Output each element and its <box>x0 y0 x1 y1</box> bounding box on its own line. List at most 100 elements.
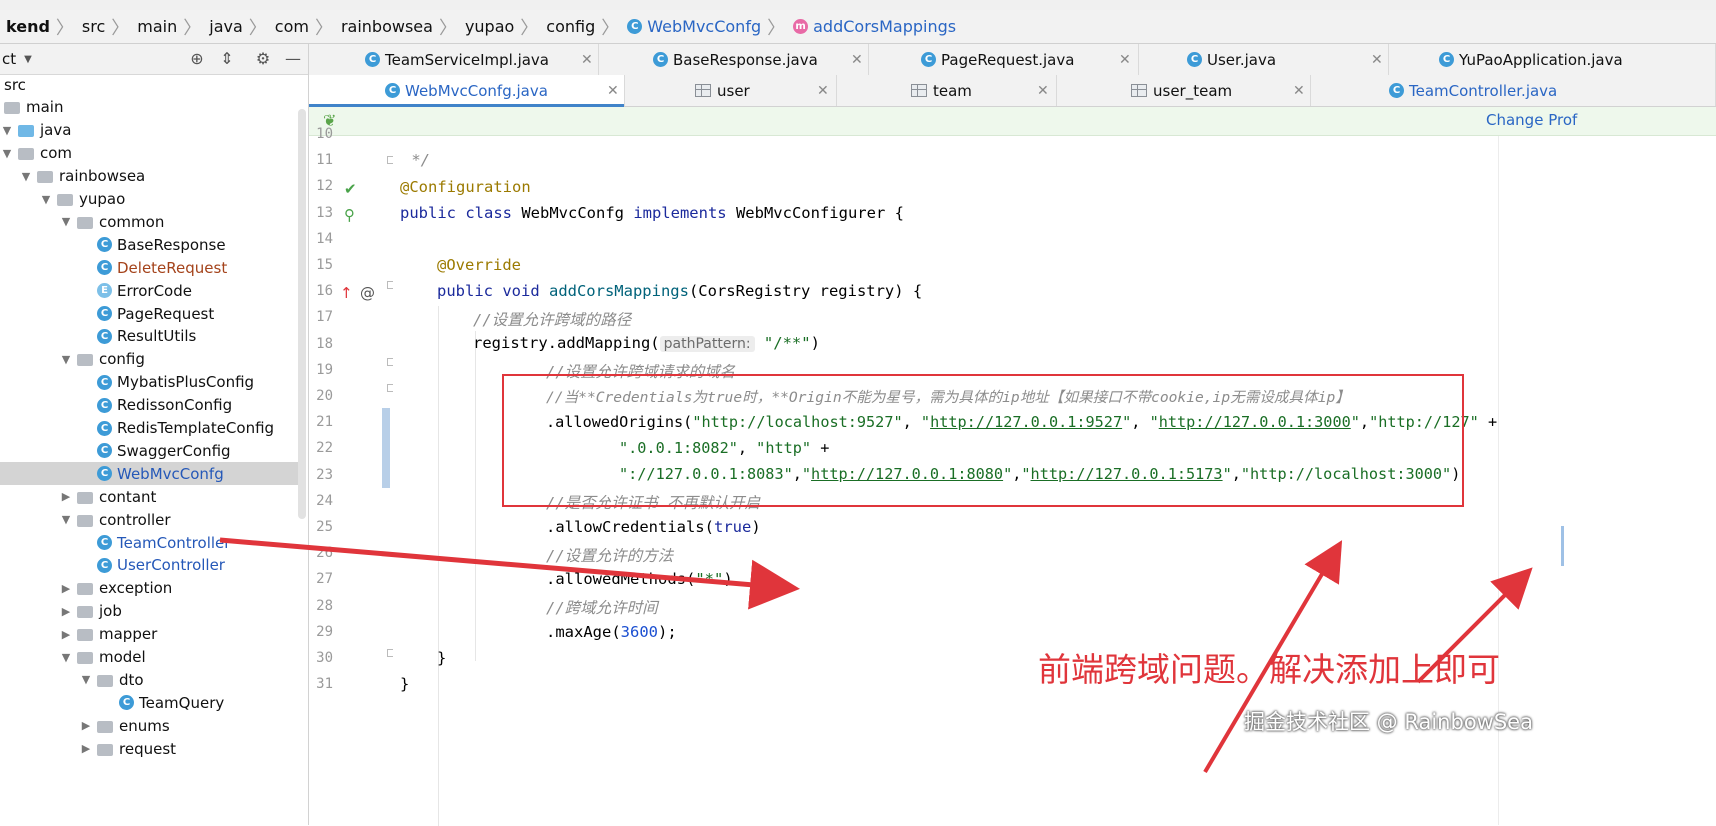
class-icon: C <box>119 695 134 711</box>
comment: //设置允许的方法 <box>546 547 674 565</box>
tree-item[interactable]: ▼ controller <box>0 508 306 531</box>
tree-item[interactable]: ▶ exception <box>0 577 306 600</box>
tree-item[interactable]: C RedisTemplateConfig <box>0 417 306 440</box>
tree-item[interactable]: ▶ request <box>0 737 306 760</box>
breadcrumb-label: main <box>137 17 178 36</box>
tree-item[interactable]: ▼ rainbowsea <box>0 165 306 188</box>
spring-config-icon[interactable]: ⚲ <box>344 206 355 224</box>
tree-item[interactable]: main <box>0 96 306 119</box>
editor-tab[interactable]: C YuPaoApplication.java <box>1389 44 1716 75</box>
tab-label: YuPaoApplication.java <box>1459 50 1623 69</box>
breadcrumb-item[interactable]: yupao <box>459 17 518 36</box>
breadcrumb-item[interactable]: com <box>269 17 313 36</box>
editor-tab[interactable]: C TeamController.java <box>1311 75 1716 106</box>
close-tab-icon[interactable]: ✕ <box>1037 83 1049 99</box>
breadcrumb-item[interactable]: m addCorsMappings <box>787 17 960 36</box>
tree-item[interactable]: C BaseResponse <box>0 233 306 256</box>
implements-method-icon[interactable]: ↑ <box>340 284 353 302</box>
tree-item[interactable]: ▼ dto <box>0 668 306 691</box>
tree-item[interactable]: C DeleteRequest <box>0 256 306 279</box>
editor-tab[interactable]: C BaseResponse.java ✕ <box>599 44 869 75</box>
collapse-arrow-icon[interactable]: ▶ <box>79 719 93 732</box>
tree-item[interactable]: C TeamQuery <box>0 691 306 714</box>
breadcrumb-item[interactable]: kend <box>0 17 54 36</box>
tree-scrollbar[interactable] <box>298 109 306 519</box>
tree-item[interactable]: ▼ config <box>0 348 306 371</box>
collapse-arrow-icon[interactable]: ▶ <box>59 628 73 641</box>
tree-item[interactable]: C SwaggerConfig <box>0 439 306 462</box>
expand-arrow-icon[interactable]: ▼ <box>0 147 14 160</box>
editor-tab[interactable]: C PageRequest.java ✕ <box>869 44 1139 75</box>
tree-item[interactable]: src <box>0 73 306 96</box>
tree-item[interactable]: ▼ model <box>0 646 306 669</box>
breadcrumb-separator: 〉 <box>183 17 202 39</box>
tree-item[interactable]: C ResultUtils <box>0 325 306 348</box>
tree-item[interactable]: ▶ mapper <box>0 623 306 646</box>
expand-arrow-icon[interactable]: ▼ <box>79 673 93 686</box>
tree-item[interactable]: ▼ common <box>0 210 306 233</box>
project-panel-title[interactable]: ct <box>0 50 16 68</box>
gear-icon[interactable]: ⚙ <box>254 50 272 68</box>
tree-item[interactable]: C WebMvcConfg <box>0 462 306 486</box>
editor-tab[interactable]: C TeamServiceImpl.java ✕ <box>309 44 599 75</box>
tree-item[interactable]: ▼ com <box>0 142 306 165</box>
change-marker <box>382 408 390 488</box>
breadcrumb-item[interactable]: rainbowsea <box>335 17 437 36</box>
tree-item[interactable]: C RedissonConfig <box>0 394 306 417</box>
breadcrumb-item[interactable]: config <box>540 17 599 36</box>
editor-tab[interactable]: team ✕ <box>837 75 1057 106</box>
code-text: .allowCredentials( <box>546 518 714 536</box>
tree-item[interactable]: ▶ enums <box>0 714 306 737</box>
tree-item[interactable]: C UserController <box>0 554 306 577</box>
change-profile-link[interactable]: Change Prof <box>1486 111 1577 129</box>
editor-tabs-row-2: C WebMvcConfg.java ✕ user ✕ team ✕ user_team ✕ C T… <box>309 75 1716 107</box>
collapse-arrow-icon[interactable]: ▶ <box>59 490 73 503</box>
breadcrumb-item[interactable]: src <box>76 17 109 36</box>
collapse-arrow-icon[interactable]: ▶ <box>79 742 93 755</box>
tree-item-label: SwaggerConfig <box>117 441 231 460</box>
minimize-icon[interactable]: — <box>284 50 302 68</box>
close-tab-icon[interactable]: ✕ <box>851 52 863 68</box>
collapse-arrow-icon[interactable]: ▶ <box>59 582 73 595</box>
override-icon[interactable]: @ <box>360 284 375 302</box>
editor-tab[interactable]: C WebMvcConfg.java ✕ <box>309 75 625 107</box>
tree-item[interactable]: ▼ yupao <box>0 188 306 211</box>
close-tab-icon[interactable]: ✕ <box>581 52 593 68</box>
expand-arrow-icon[interactable]: ▼ <box>59 513 73 526</box>
expand-arrow-icon[interactable]: ▼ <box>59 215 73 228</box>
expand-arrow-icon[interactable]: ▼ <box>0 124 14 137</box>
expand-arrow-icon[interactable]: ▼ <box>59 353 73 366</box>
spring-bean-icon[interactable]: ✔ <box>344 180 357 198</box>
editor-tab[interactable]: user ✕ <box>625 75 837 106</box>
expand-arrow-icon[interactable]: ▼ <box>19 170 33 183</box>
folder-icon <box>77 583 93 596</box>
tree-item[interactable]: C MybatisPlusConfig <box>0 371 306 394</box>
tree-item[interactable]: ▼ java <box>0 119 306 142</box>
locate-target-icon[interactable]: ⊕ <box>188 50 206 68</box>
editor-tab[interactable]: user_team ✕ <box>1057 75 1311 106</box>
editor-tab[interactable]: C User.java ✕ <box>1139 44 1389 75</box>
table-icon <box>1131 84 1147 97</box>
tree-item[interactable]: C TeamController <box>0 531 306 554</box>
close-tab-icon[interactable]: ✕ <box>817 83 829 99</box>
collapse-all-icon[interactable]: ⇕ <box>218 50 236 68</box>
line-number: 21 <box>316 414 333 431</box>
breadcrumb-item[interactable]: java <box>203 17 247 36</box>
close-tab-icon[interactable]: ✕ <box>1293 83 1305 99</box>
close-tab-icon[interactable]: ✕ <box>1371 52 1383 68</box>
close-tab-icon[interactable]: ✕ <box>1119 52 1131 68</box>
tree-item-label: job <box>99 602 122 621</box>
collapse-arrow-icon[interactable]: ▶ <box>59 605 73 618</box>
expand-arrow-icon[interactable]: ▼ <box>39 193 53 206</box>
tree-item[interactable]: ▶ contant <box>0 485 306 508</box>
expand-arrow-icon[interactable]: ▼ <box>59 651 73 664</box>
code-line-16: public void addCorsMappings(CorsRegistry… <box>437 282 922 300</box>
tree-item[interactable]: ▶ job <box>0 600 306 623</box>
dropdown-icon[interactable]: ▼ <box>24 54 32 65</box>
line-number: 26 <box>316 545 333 562</box>
close-tab-icon[interactable]: ✕ <box>607 83 619 99</box>
breadcrumb-item[interactable]: C WebMvcConfg <box>621 17 765 36</box>
tree-item[interactable]: C PageRequest <box>0 302 306 325</box>
tree-item[interactable]: E ErrorCode <box>0 279 306 302</box>
breadcrumb-item[interactable]: main <box>131 17 181 36</box>
